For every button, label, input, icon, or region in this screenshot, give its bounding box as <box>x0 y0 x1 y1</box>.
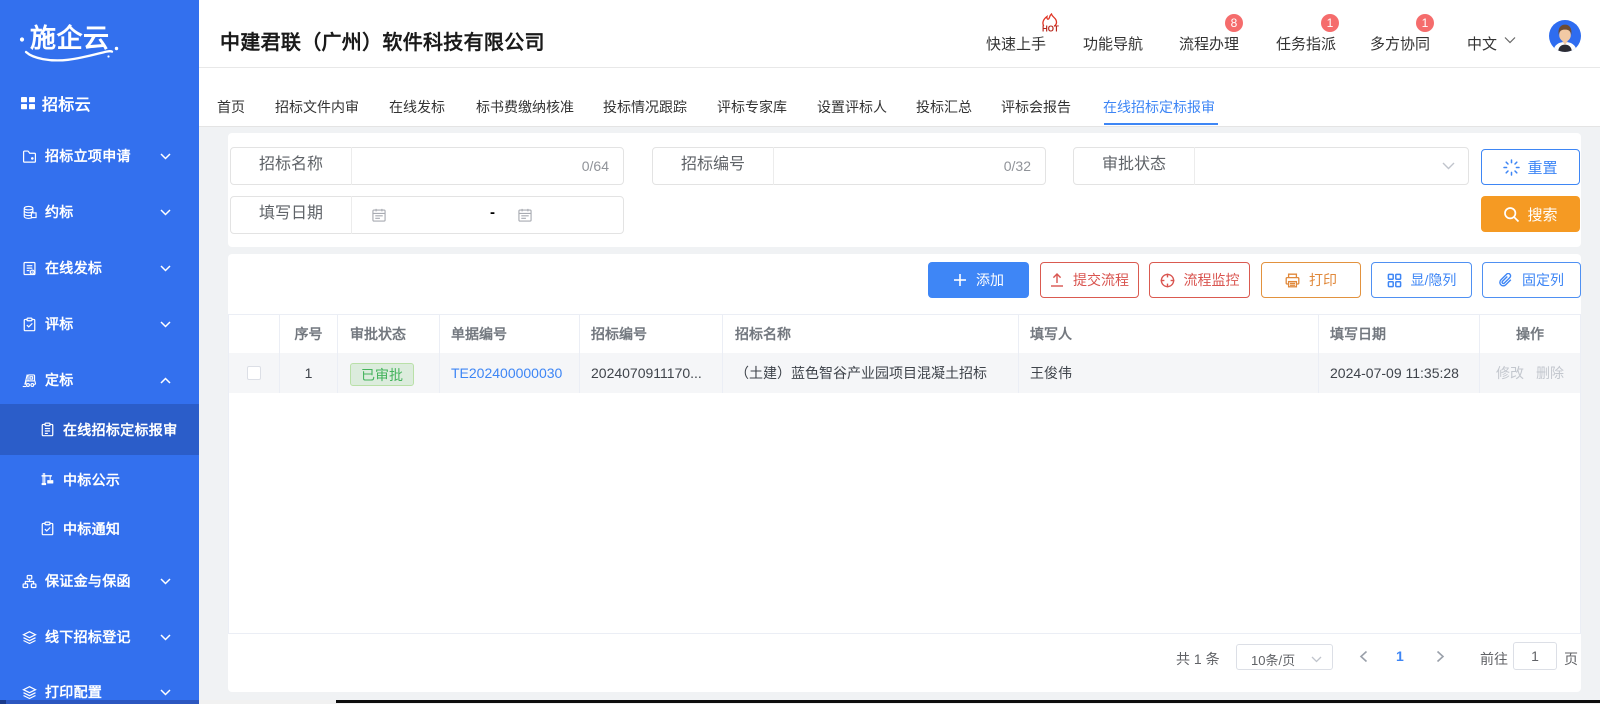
svg-text:HOT: HOT <box>1042 25 1059 34</box>
svg-text:施企云: 施企云 <box>30 23 110 53</box>
